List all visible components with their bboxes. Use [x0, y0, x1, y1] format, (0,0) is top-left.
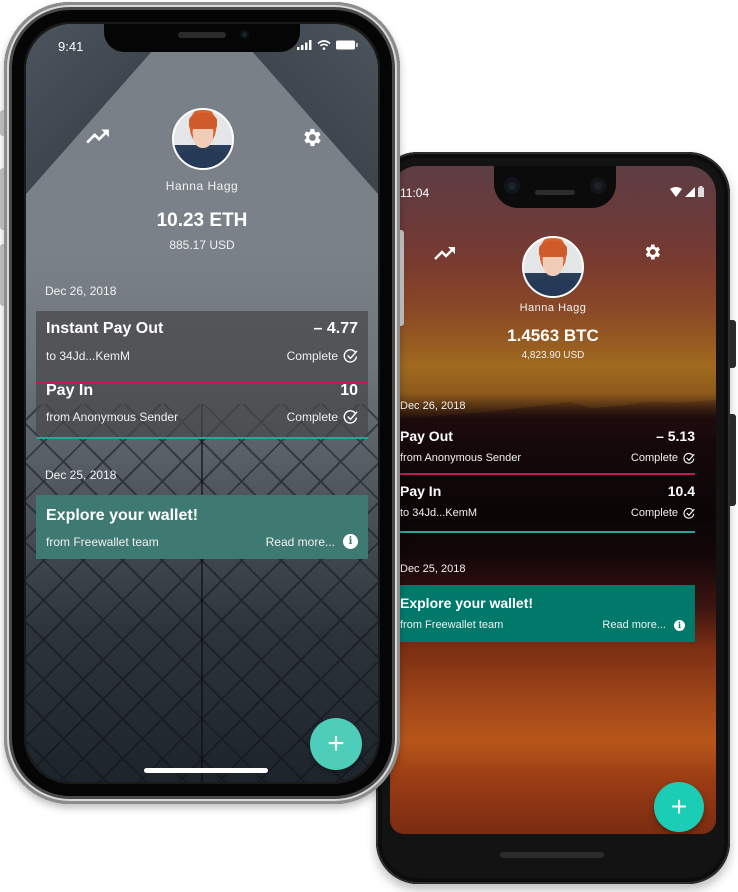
- section-date: Dec 25, 2018: [45, 468, 117, 482]
- trends-button[interactable]: [84, 124, 112, 148]
- transaction-status: Complete: [287, 348, 358, 363]
- transaction-amount: – 4.77: [313, 320, 358, 337]
- read-more-link[interactable]: Read more... i: [266, 534, 358, 549]
- user-name: Hanna Hagg: [519, 302, 587, 314]
- settings-button[interactable]: [298, 124, 324, 150]
- promo-title: Explore your wallet!: [46, 507, 199, 524]
- transaction-counterparty: to 34Jd...KemM: [400, 507, 478, 519]
- transaction-counterparty: from Anonymous Sender: [400, 452, 522, 464]
- front-camera-icon: [590, 178, 606, 194]
- user-name: Hanna Hagg: [165, 179, 239, 193]
- volume-down-button: [0, 244, 4, 306]
- fiat-balance: 885.17 USD: [169, 238, 235, 252]
- battery-icon: [336, 40, 358, 50]
- add-fab-button[interactable]: +: [654, 782, 704, 832]
- read-more-label: Read more...: [602, 619, 666, 631]
- promo-title: Explore your wallet!: [400, 595, 534, 611]
- settings-button[interactable]: [640, 240, 664, 264]
- mute-switch: [0, 110, 4, 136]
- check-circle-icon: [683, 452, 695, 464]
- transaction-status: Complete: [631, 452, 695, 464]
- section-date: Dec 26, 2018: [45, 284, 117, 298]
- wifi-icon: [317, 40, 331, 50]
- transaction-item[interactable]: Instant Pay Out – 4.77 to 34Jd...KemM Co…: [36, 320, 368, 384]
- front-camera-icon: [240, 30, 249, 39]
- transaction-counterparty: to 34Jd...KemM: [46, 348, 131, 363]
- crypto-balance: 10.23 ETH: [156, 210, 248, 231]
- wifi-icon: [670, 186, 682, 197]
- home-indicator[interactable]: [144, 768, 268, 773]
- transaction-amount: 10.4: [667, 483, 695, 499]
- android-notch: [494, 166, 616, 208]
- transaction-item[interactable]: Pay In 10 from Anonymous Sender Complete: [36, 381, 368, 439]
- transaction-amount: – 5.13: [656, 428, 695, 444]
- transaction-item[interactable]: Pay Out – 5.13 from Anonymous Sender Com…: [390, 418, 695, 475]
- battery-icon: [698, 186, 704, 197]
- section-date: Dec 26, 2018: [400, 400, 466, 412]
- promo-card[interactable]: Explore your wallet! from Freewallet tea…: [36, 495, 368, 559]
- info-icon: i: [343, 534, 358, 549]
- cellular-signal-icon: [685, 186, 695, 197]
- side-button: [400, 230, 404, 326]
- transaction-counterparty: from Anonymous Sender: [46, 409, 179, 424]
- front-camera-icon: [504, 178, 520, 194]
- trending-up-icon: [86, 129, 109, 144]
- section-date: Dec 25, 2018: [400, 563, 466, 575]
- speaker-grille: [178, 32, 226, 38]
- check-circle-icon: [343, 410, 358, 424]
- gear-icon: [303, 128, 321, 146]
- status-label: Complete: [630, 507, 678, 519]
- transaction-status: Complete: [287, 409, 358, 424]
- android-phone-mockup: 11:04 Hanna Hagg 1.4563 BTC 4,823.90 USD…: [376, 152, 736, 884]
- transaction-title: Pay In: [400, 483, 442, 499]
- trends-button[interactable]: [432, 242, 458, 264]
- fiat-balance: 4,823.90 USD: [521, 350, 585, 361]
- promo-sender: from Freewallet team: [400, 619, 504, 631]
- power-button: [730, 320, 736, 368]
- status-time: 11:04: [400, 186, 430, 200]
- gear-icon: [645, 244, 660, 260]
- promo-sender: from Freewallet team: [46, 534, 159, 549]
- iphone-notch: [104, 24, 300, 52]
- check-circle-icon: [343, 349, 358, 363]
- cellular-signal-icon: [297, 40, 312, 50]
- volume-up-button: [0, 168, 4, 230]
- speaker-grille: [535, 190, 575, 195]
- crypto-balance: 1.4563 BTC: [507, 326, 599, 345]
- transaction-item[interactable]: Pay In 10.4 to 34Jd...KemM Complete: [390, 475, 695, 533]
- android-screen: 11:04 Hanna Hagg 1.4563 BTC 4,823.90 USD…: [390, 166, 716, 834]
- avatar[interactable]: [172, 108, 234, 170]
- transaction-amount: 10: [340, 382, 358, 399]
- add-fab-button[interactable]: +: [310, 718, 362, 770]
- status-label: Complete: [630, 452, 678, 464]
- check-circle-icon: [683, 507, 695, 519]
- status-time: 9:41: [58, 39, 84, 54]
- status-label: Complete: [286, 348, 338, 363]
- iphone-mockup: 9:41 Hanna Hagg 10.23 ETH 885.17 USD Dec…: [0, 2, 404, 804]
- transaction-title: Instant Pay Out: [46, 320, 164, 337]
- info-icon: i: [674, 619, 685, 631]
- trending-up-icon: [434, 247, 455, 260]
- status-icons: [297, 40, 358, 50]
- volume-button: [730, 414, 736, 506]
- status-icons: [670, 186, 704, 197]
- bottom-speaker: [500, 852, 604, 858]
- plus-icon: +: [327, 727, 345, 760]
- promo-card[interactable]: Explore your wallet! from Freewallet tea…: [390, 585, 695, 642]
- transaction-title: Pay In: [46, 382, 94, 399]
- transaction-status: Complete: [631, 507, 695, 519]
- read-more-label: Read more...: [265, 534, 335, 549]
- transaction-title: Pay Out: [400, 428, 453, 444]
- status-label: Complete: [286, 409, 338, 424]
- plus-icon: +: [670, 791, 688, 822]
- avatar[interactable]: [522, 236, 584, 298]
- iphone-screen: 9:41 Hanna Hagg 10.23 ETH 885.17 USD Dec…: [26, 24, 378, 782]
- read-more-link[interactable]: Read more... i: [602, 619, 685, 631]
